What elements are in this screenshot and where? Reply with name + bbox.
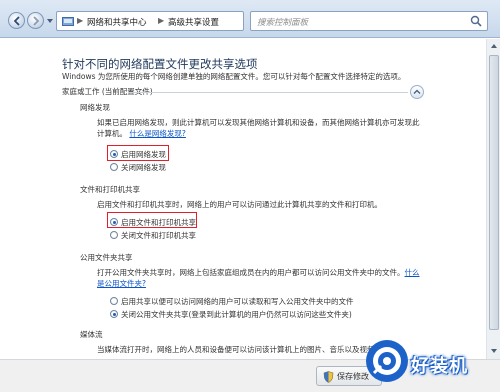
public-folder-sharing-text-line2: 是公用文件夹?	[97, 278, 482, 289]
breadcrumb-separator: ▶	[158, 16, 165, 25]
control-panel-icon	[62, 17, 74, 26]
network-discovery-text-end: 计算机。	[97, 129, 127, 138]
scrollbar-thumb[interactable]	[489, 55, 499, 330]
watermark-logo-icon	[372, 347, 401, 375]
address-bar[interactable]: ▶ 网络和共享中心 ▶ 高级共享设置	[56, 11, 293, 31]
breadcrumb-advanced-sharing[interactable]: 高级共享设置	[168, 16, 219, 28]
network-discovery-heading: 网络发现	[80, 103, 110, 112]
scroll-down-arrow-icon[interactable]	[490, 347, 498, 355]
arrow-left-icon	[13, 16, 20, 26]
forward-button[interactable]	[27, 12, 44, 29]
file-printer-sharing-off-option[interactable]: 关闭文件和打印机共享	[110, 230, 196, 241]
profile-divider	[128, 92, 408, 93]
network-discovery-text: 如果已启用网络发现，则此计算机可以发现其他网络计算机和设备，而其他网络计算机亦可…	[97, 117, 477, 139]
file-printer-sharing-text: 启用文件和打印机共享时，网络上的用户可以访问通过此计算机共享的文件和打印机。	[97, 200, 382, 209]
radio-button[interactable]	[110, 297, 118, 305]
public-folder-sharing-text-line1: 打开公用文件夹共享时，网络上包括家庭组成员在内的用户都可以访问公用文件夹中的文件…	[97, 267, 482, 278]
what-is-public-folder-link[interactable]: 什么	[405, 268, 420, 277]
media-streaming-heading: 媒体流	[80, 330, 103, 339]
what-is-public-folder-link-cont[interactable]: 是公用文件夹?	[97, 279, 146, 288]
back-button[interactable]	[8, 12, 25, 29]
breadcrumb-separator: ▶	[77, 16, 84, 25]
breadcrumb-network-center[interactable]: 网络和共享中心	[87, 16, 147, 28]
title-bar: ▶ 网络和共享中心 ▶ 高级共享设置 搜索控制面板	[0, 0, 500, 38]
radio-label: 启用共享以便可以访问网络的用户可以读取和写入公用文件夹中的文件	[121, 297, 354, 306]
scroll-up-arrow-icon[interactable]	[490, 42, 498, 50]
network-discovery-text-line2: 计算机。 什么是网络发现?	[97, 128, 477, 139]
search-icon[interactable]	[470, 15, 482, 27]
highlight-box	[107, 145, 169, 161]
file-printer-sharing-heading: 文件和打印机共享	[80, 185, 140, 194]
radio-button[interactable]	[110, 163, 118, 171]
save-button-label: 保存修改	[337, 372, 369, 381]
public-folder-sharing-heading: 公用文件夹共享	[80, 253, 133, 262]
radio-label: 关闭网络发现	[121, 163, 166, 172]
public-folder-sharing-text: 打开公用文件夹共享时，网络上包括家庭组成员在内的用户都可以访问公用文件夹中的文件…	[97, 267, 482, 289]
chevron-up-icon	[413, 89, 421, 94]
settings-content: 针对不同的网络配置文件更改共享选项 Windows 为您所使用的每个网络创建单独…	[0, 39, 500, 359]
collapse-profile-button[interactable]	[410, 85, 424, 99]
network-discovery-off-option[interactable]: 关闭网络发现	[110, 162, 166, 173]
radio-label: 关闭公用文件夹共享(登录到此计算机的用户仍然可以访问这些文件夹)	[121, 310, 352, 319]
watermark-logo	[366, 340, 408, 382]
search-placeholder: 搜索控制面板	[257, 18, 309, 28]
search-input[interactable]: 搜索控制面板	[250, 11, 488, 31]
page-description: Windows 为您所使用的每个网络创建单独的网络配置文件。您可以针对每个配置文…	[62, 72, 406, 81]
arrow-right-icon	[33, 16, 40, 26]
recent-pages-dropdown-icon[interactable]	[46, 17, 54, 25]
uac-shield-icon	[323, 371, 334, 383]
highlight-box	[107, 212, 197, 228]
what-is-network-discovery-link[interactable]: 什么是网络发现?	[129, 129, 185, 138]
radio-button[interactable]	[110, 231, 118, 239]
public-folder-sharing-off-option[interactable]: 关闭公用文件夹共享(登录到此计算机的用户仍然可以访问这些文件夹)	[110, 309, 352, 320]
vertical-scrollbar[interactable]	[486, 39, 500, 359]
radio-label: 关闭文件和打印机共享	[121, 231, 196, 240]
page-title: 针对不同的网络配置文件更改共享选项	[62, 57, 258, 71]
radio-button[interactable]	[110, 310, 118, 318]
public-folder-sharing-text-start: 打开公用文件夹共享时，网络上包括家庭组成员在内的用户都可以访问公用文件夹中的文件…	[97, 268, 405, 277]
watermark-text: 好装机	[411, 356, 468, 377]
public-folder-sharing-on-option[interactable]: 启用共享以便可以访问网络的用户可以读取和写入公用文件夹中的文件	[110, 296, 354, 307]
network-discovery-text-line1: 如果已启用网络发现，则此计算机可以发现其他网络计算机和设备，而其他网络计算机亦可…	[97, 118, 420, 127]
